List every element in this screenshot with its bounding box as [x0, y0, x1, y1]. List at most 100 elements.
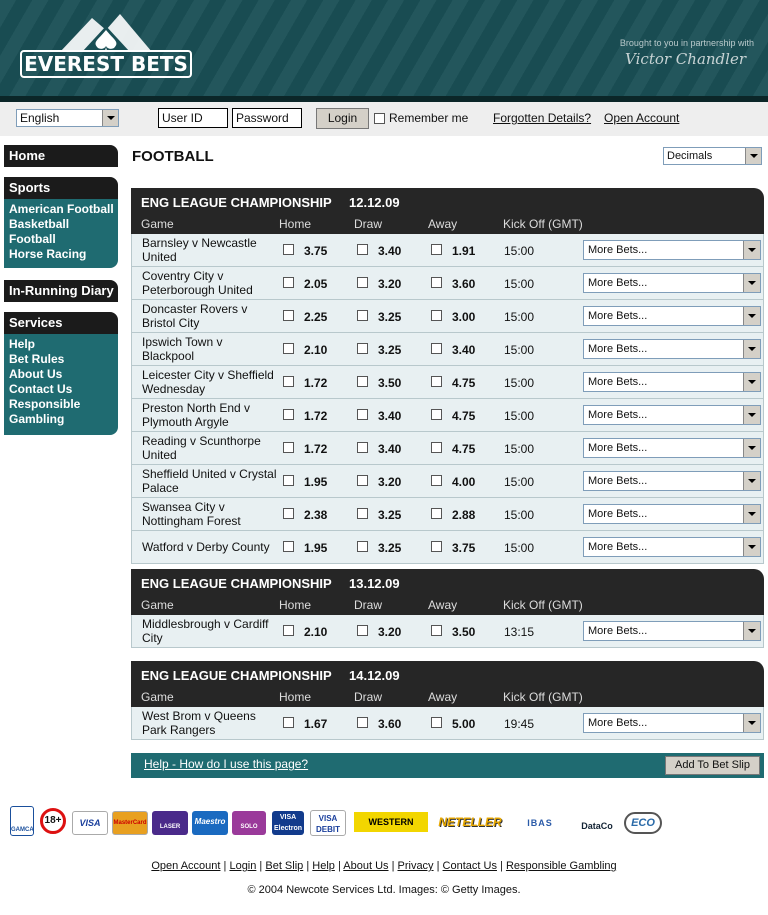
- more-bets-select[interactable]: More Bets...: [583, 405, 761, 425]
- more-bets-label: More Bets...: [588, 376, 648, 388]
- sidebar-item-basketball[interactable]: Basketball: [9, 217, 118, 232]
- away-odds-checkbox[interactable]: [431, 625, 442, 636]
- sidebar-sports-list: American Football Basketball Football Ho…: [4, 199, 118, 268]
- home-odds: 1.95: [304, 541, 328, 555]
- everest-bets-logo[interactable]: EVEREST BETS: [20, 12, 192, 80]
- more-bets-select[interactable]: More Bets...: [583, 240, 761, 260]
- open-account-link[interactable]: Open Account: [604, 111, 679, 125]
- sidebar-item-american-football[interactable]: American Football: [9, 202, 118, 217]
- draw-odds-checkbox[interactable]: [357, 343, 368, 354]
- match-name: Leicester City v Sheffield Wednesday: [142, 368, 282, 396]
- home-odds-checkbox[interactable]: [283, 475, 294, 486]
- more-bets-select[interactable]: More Bets...: [583, 438, 761, 458]
- sidebar-home[interactable]: Home: [4, 145, 118, 167]
- footer-link-contact-us[interactable]: Contact Us: [443, 860, 497, 872]
- sidebar-item-about-us[interactable]: About Us: [9, 367, 118, 382]
- away-odds-checkbox[interactable]: [431, 376, 442, 387]
- odds-format-select[interactable]: Decimals: [663, 147, 762, 165]
- match-line-2: Wednesday: [142, 382, 206, 396]
- draw-odds-checkbox[interactable]: [357, 625, 368, 636]
- home-odds-checkbox[interactable]: [283, 376, 294, 387]
- footer-link-responsible-gambling[interactable]: Responsible Gambling: [506, 860, 617, 872]
- away-odds-checkbox[interactable]: [431, 442, 442, 453]
- home-odds-checkbox[interactable]: [283, 717, 294, 728]
- language-select[interactable]: English: [16, 109, 119, 127]
- sidebar-item-bet-rules[interactable]: Bet Rules: [9, 352, 118, 367]
- remember-me-checkbox[interactable]: [374, 113, 385, 124]
- home-odds-checkbox[interactable]: [283, 508, 294, 519]
- sidebar-item-gambling[interactable]: Gambling: [9, 412, 118, 427]
- table-row: West Brom v Queens Park Rangers 1.67 3.60 5.…: [131, 707, 764, 740]
- chevron-down-icon: [745, 148, 761, 164]
- away-odds-checkbox[interactable]: [431, 409, 442, 420]
- away-odds-checkbox[interactable]: [431, 277, 442, 288]
- sidebar-inrunning-diary[interactable]: In-Running Diary: [4, 280, 118, 302]
- home-odds: 2.10: [304, 343, 328, 357]
- footer-link-about-us[interactable]: About Us: [343, 860, 388, 872]
- away-odds-checkbox[interactable]: [431, 475, 442, 486]
- home-odds-checkbox[interactable]: [283, 541, 294, 552]
- table-row: Barnsley v Newcastle United 3.75 3.40 1.91 15…: [131, 234, 764, 267]
- more-bets-select[interactable]: More Bets...: [583, 713, 761, 733]
- chevron-down-icon: [743, 472, 760, 490]
- home-odds-checkbox[interactable]: [283, 244, 294, 255]
- password-input[interactable]: Password: [232, 108, 302, 128]
- login-button[interactable]: Login: [316, 108, 369, 129]
- more-bets-select[interactable]: More Bets...: [583, 273, 761, 293]
- sidebar-item-contact-us[interactable]: Contact Us: [9, 382, 118, 397]
- draw-odds-checkbox[interactable]: [357, 541, 368, 552]
- away-odds: 3.75: [452, 541, 476, 555]
- more-bets-select[interactable]: More Bets...: [583, 339, 761, 359]
- league-title: ENG LEAGUE CHAMPIONSHIP: [141, 195, 332, 210]
- more-bets-label: More Bets...: [588, 625, 648, 637]
- sidebar-item-horse-racing[interactable]: Horse Racing: [9, 247, 118, 262]
- sidebar-item-help[interactable]: Help: [9, 337, 118, 352]
- more-bets-select[interactable]: More Bets...: [583, 537, 761, 557]
- more-bets-select[interactable]: More Bets...: [583, 306, 761, 326]
- home-odds-checkbox[interactable]: [283, 310, 294, 321]
- home-odds-checkbox[interactable]: [283, 442, 294, 453]
- forgotten-details-link[interactable]: Forgotten Details?: [493, 111, 591, 125]
- home-odds-checkbox[interactable]: [283, 625, 294, 636]
- draw-odds-checkbox[interactable]: [357, 277, 368, 288]
- draw-odds-checkbox[interactable]: [357, 442, 368, 453]
- home-odds-checkbox[interactable]: [283, 277, 294, 288]
- footer-link-open-account[interactable]: Open Account: [151, 860, 220, 872]
- more-bets-select[interactable]: More Bets...: [583, 372, 761, 392]
- away-odds-checkbox[interactable]: [431, 508, 442, 519]
- home-odds-checkbox[interactable]: [283, 409, 294, 420]
- draw-odds-checkbox[interactable]: [357, 244, 368, 255]
- draw-odds-checkbox[interactable]: [357, 310, 368, 321]
- neteller-logo: NETELLER: [436, 812, 504, 832]
- draw-odds-checkbox[interactable]: [357, 409, 368, 420]
- sidebar-item-football[interactable]: Football: [9, 232, 118, 247]
- footer-link-login[interactable]: Login: [229, 860, 256, 872]
- away-odds-checkbox[interactable]: [431, 244, 442, 255]
- more-bets-select[interactable]: More Bets...: [583, 621, 761, 641]
- userid-input[interactable]: User ID: [158, 108, 228, 128]
- home-odds-checkbox[interactable]: [283, 343, 294, 354]
- draw-odds-checkbox[interactable]: [357, 717, 368, 728]
- sidebar-item-responsible[interactable]: Responsible: [9, 397, 118, 412]
- match-name: Middlesbrough v Cardiff City: [142, 617, 282, 645]
- home-odds: 1.72: [304, 409, 328, 423]
- add-to-bet-slip-button[interactable]: Add To Bet Slip: [665, 756, 760, 775]
- away-odds-checkbox[interactable]: [431, 541, 442, 552]
- column-header-game: Game: [141, 598, 174, 612]
- draw-odds-checkbox[interactable]: [357, 376, 368, 387]
- footer-link-help[interactable]: Help: [312, 860, 335, 872]
- away-odds-checkbox[interactable]: [431, 717, 442, 728]
- chevron-down-icon: [743, 439, 760, 457]
- away-odds-checkbox[interactable]: [431, 310, 442, 321]
- table-row: Sheffield United v Crystal Palace 1.95 3.20…: [131, 465, 764, 498]
- draw-odds-checkbox[interactable]: [357, 508, 368, 519]
- draw-odds: 3.40: [378, 442, 402, 456]
- away-odds-checkbox[interactable]: [431, 343, 442, 354]
- help-link[interactable]: Help - How do I use this page?: [144, 757, 308, 771]
- more-bets-select[interactable]: More Bets...: [583, 471, 761, 491]
- footer-link-privacy[interactable]: Privacy: [398, 860, 434, 872]
- column-header-away: Away: [428, 598, 458, 612]
- footer-link-bet-slip[interactable]: Bet Slip: [265, 860, 303, 872]
- more-bets-select[interactable]: More Bets...: [583, 504, 761, 524]
- draw-odds-checkbox[interactable]: [357, 475, 368, 486]
